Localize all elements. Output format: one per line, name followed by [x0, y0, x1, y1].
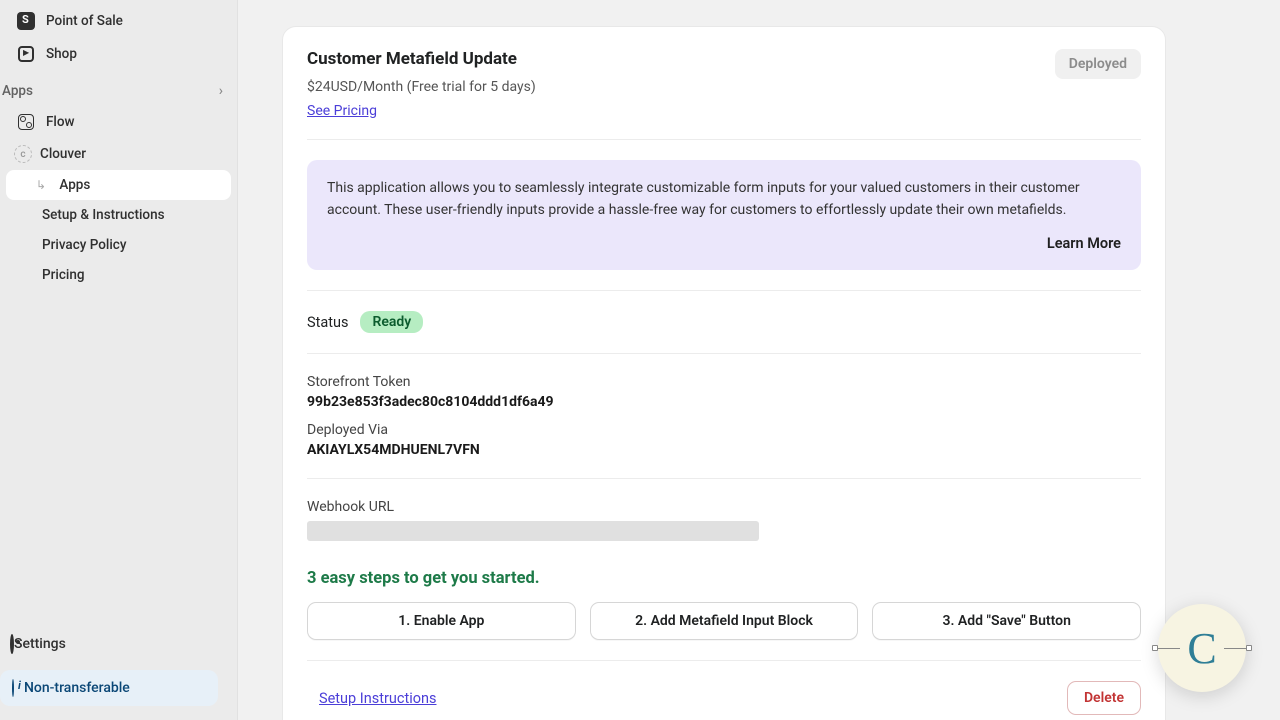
sidebar-sub-apps[interactable]: ↳ Apps	[6, 170, 231, 200]
sidebar-item-clouver[interactable]: c Clouver	[6, 139, 231, 169]
sidebar-sub-label: Privacy Policy	[42, 237, 126, 253]
status-badge: Ready	[360, 311, 423, 333]
non-transferable-pill[interactable]: Non-transferable	[0, 670, 218, 706]
divider	[307, 478, 1141, 479]
webhook-label: Webhook URL	[307, 499, 1141, 515]
sidebar-sub-pricing[interactable]: Pricing	[6, 260, 231, 290]
divider	[307, 353, 1141, 354]
status-label: Status	[307, 314, 348, 331]
flow-icon	[16, 112, 36, 132]
clouver-logo-icon: C	[1187, 623, 1216, 674]
learn-more-link[interactable]: Learn More	[327, 235, 1121, 252]
deployed-via-value: AKIAYLX54MDHUENL7VFN	[307, 442, 1141, 458]
tree-branch-icon: ↳	[36, 178, 50, 192]
deployed-badge: Deployed	[1055, 49, 1141, 79]
shop-icon	[16, 44, 36, 64]
pricing-subtitle: $24USD/Month (Free trial for 5 days)	[307, 79, 536, 95]
chevron-right-icon: ›	[219, 83, 223, 99]
steps-row: 1. Enable App 2. Add Metafield Input Blo…	[307, 602, 1141, 640]
page-title: Customer Metafield Update	[307, 49, 536, 69]
sidebar-item-label: Flow	[46, 114, 75, 130]
status-row: Status Ready	[307, 311, 1141, 333]
clouver-floating-badge[interactable]: C	[1158, 604, 1246, 692]
app-card: Customer Metafield Update $24USD/Month (…	[282, 26, 1166, 720]
step-add-metafield-block[interactable]: 2. Add Metafield Input Block	[590, 602, 859, 640]
sidebar-section-apps[interactable]: Apps ›	[0, 71, 237, 105]
sidebar-sub-setup[interactable]: Setup & Instructions	[6, 200, 231, 230]
clouver-icon: c	[14, 145, 32, 163]
sidebar-item-flow[interactable]: Flow	[6, 106, 231, 138]
storefront-token-value: 99b23e853f3adec80c8104ddd1df6a49	[307, 394, 1141, 410]
info-text: This application allows you to seamlessl…	[327, 178, 1121, 221]
webhook-url-placeholder	[307, 521, 759, 541]
apps-header-label: Apps	[2, 83, 33, 99]
sidebar-item-label: Shop	[46, 46, 77, 62]
divider	[307, 139, 1141, 140]
see-pricing-link[interactable]: See Pricing	[307, 103, 377, 119]
steps-title: 3 easy steps to get you started.	[307, 569, 1141, 588]
sidebar-item-settings[interactable]: Settings	[0, 626, 237, 662]
storefront-token-label: Storefront Token	[307, 374, 1141, 390]
pos-icon	[16, 11, 36, 31]
info-icon	[12, 680, 14, 696]
sidebar-sub-privacy[interactable]: Privacy Policy	[6, 230, 231, 260]
sidebar-sub-label: Setup & Instructions	[42, 207, 165, 223]
step-enable-app[interactable]: 1. Enable App	[307, 602, 576, 640]
sidebar-sub-label: Pricing	[42, 267, 84, 283]
sidebar-item-label: Clouver	[40, 146, 86, 162]
settings-label: Settings	[14, 636, 66, 652]
delete-button[interactable]: Delete	[1067, 681, 1141, 715]
divider	[307, 660, 1141, 661]
sidebar-item-pos[interactable]: Point of Sale	[6, 5, 231, 37]
divider	[307, 290, 1141, 291]
gear-icon	[10, 636, 14, 652]
sidebar-item-label: Point of Sale	[46, 13, 123, 29]
main-content: Customer Metafield Update $24USD/Month (…	[238, 0, 1280, 720]
sidebar: Point of Sale Shop Apps › Flow c Clouver…	[0, 0, 238, 720]
info-banner: This application allows you to seamlessl…	[307, 160, 1141, 270]
sidebar-sub-label: Apps	[59, 177, 90, 193]
setup-instructions-link[interactable]: Setup Instructions	[307, 690, 436, 707]
step-add-save-button[interactable]: 3. Add "Save" Button	[872, 602, 1141, 640]
pill-label: Non-transferable	[24, 680, 130, 696]
deployed-via-label: Deployed Via	[307, 422, 1141, 438]
sidebar-item-shop[interactable]: Shop	[6, 38, 231, 70]
